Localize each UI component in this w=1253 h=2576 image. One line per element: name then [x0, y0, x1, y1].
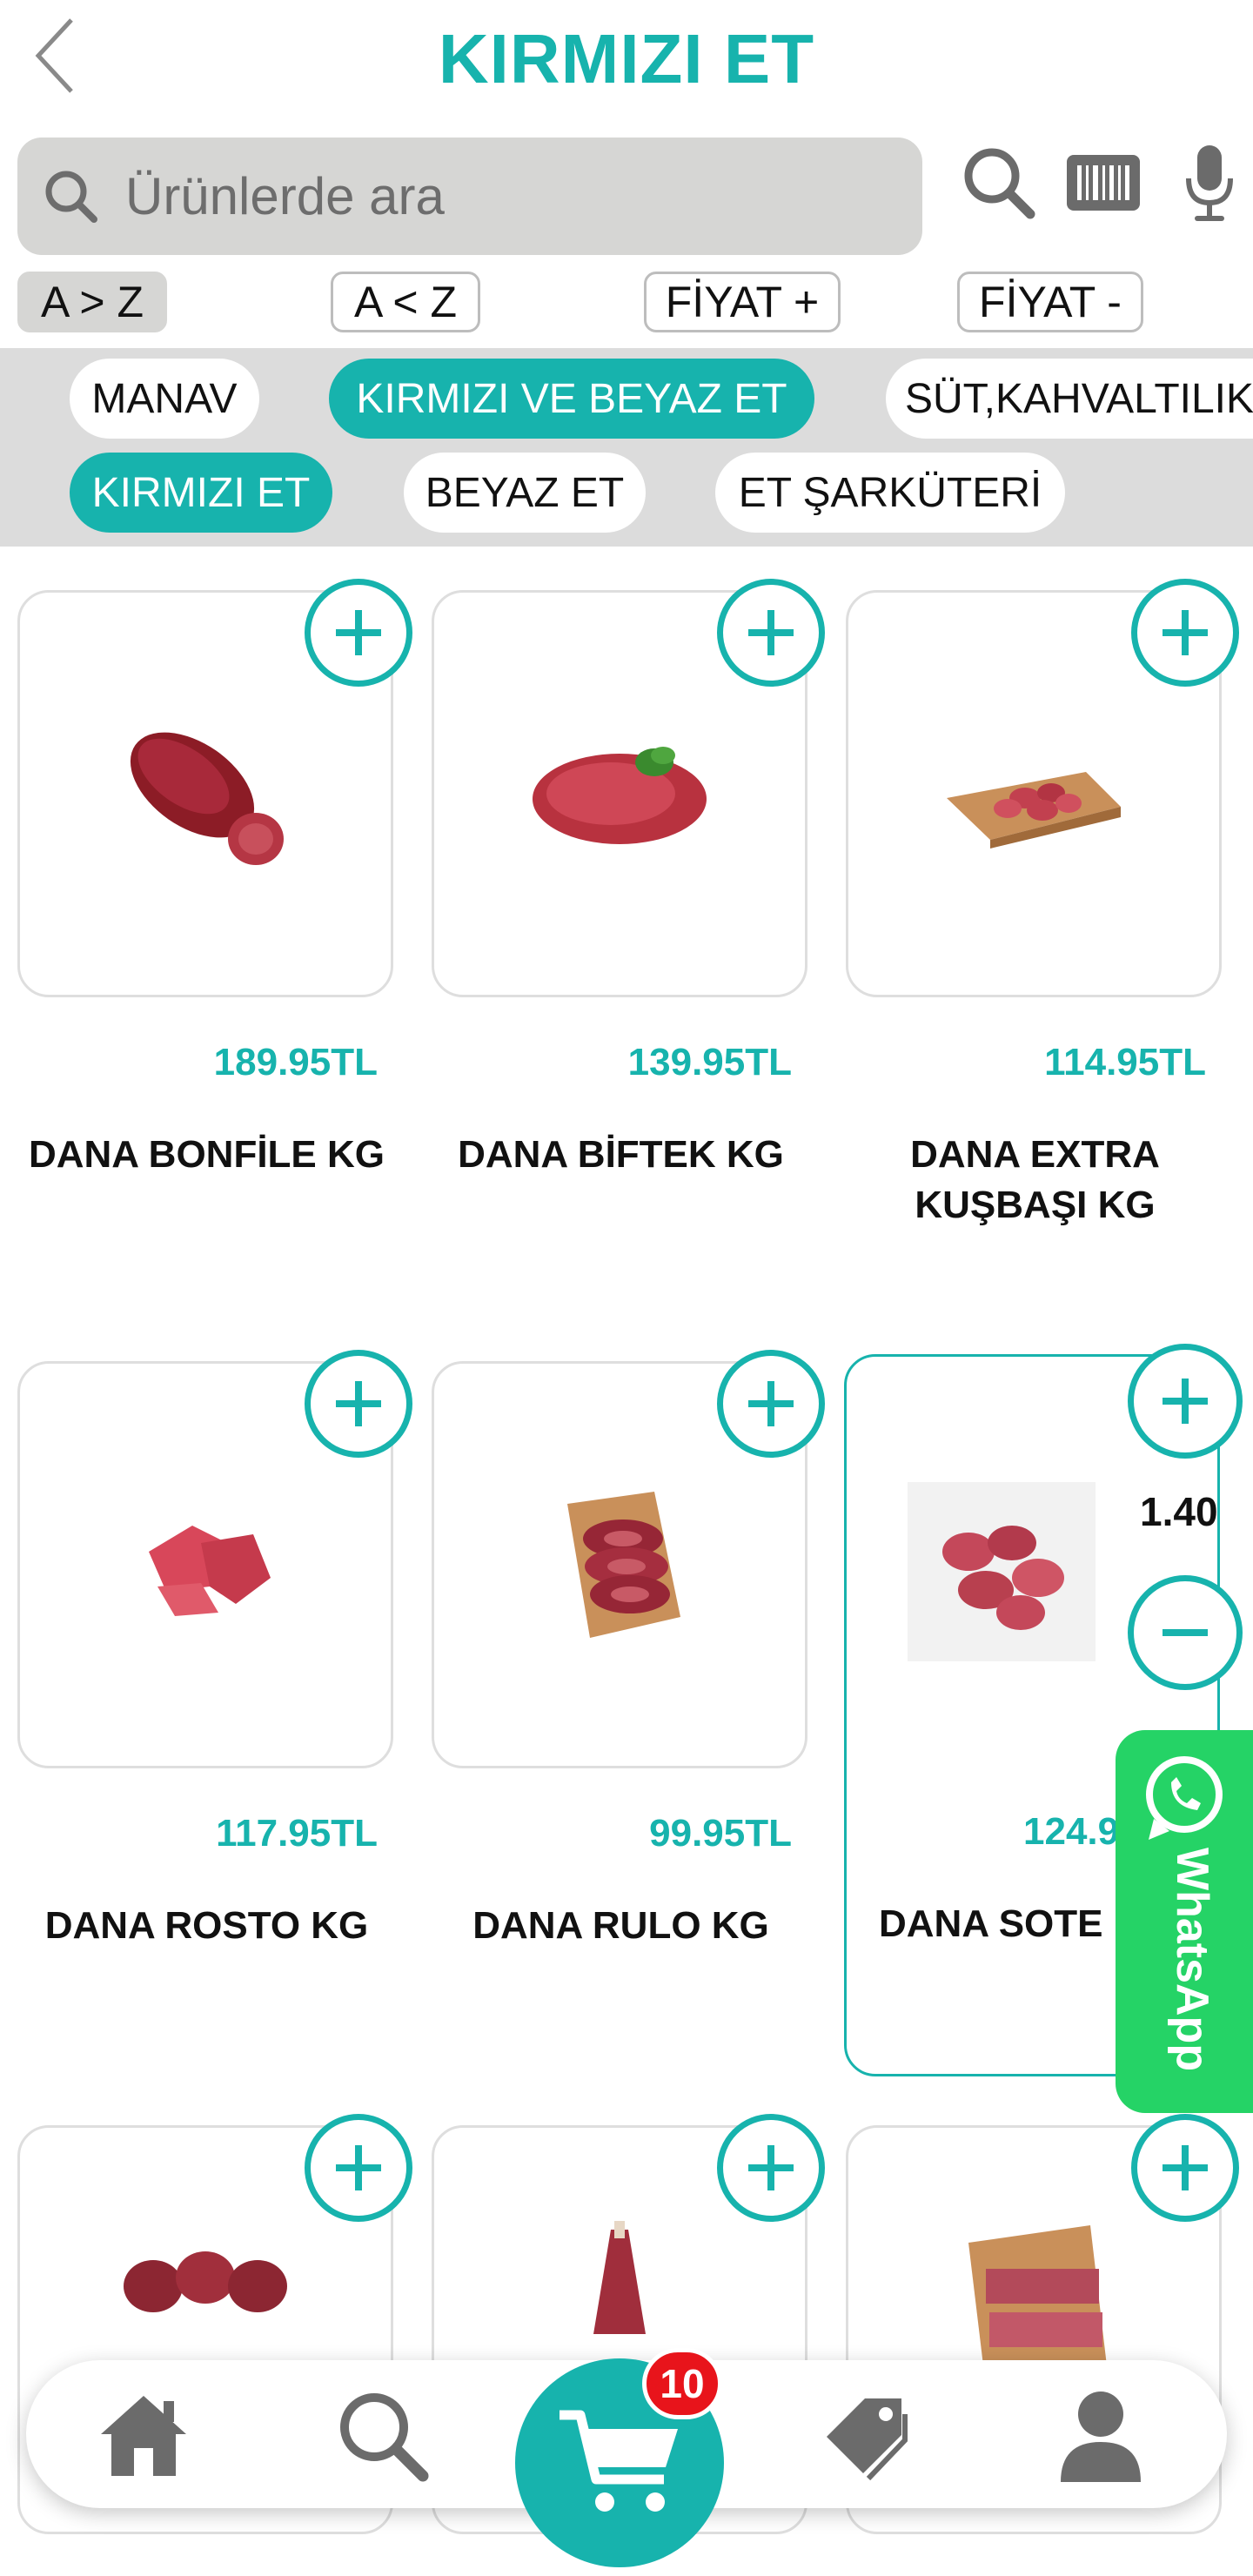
search-button[interactable]: [955, 139, 1042, 226]
whatsapp-label: WhatsApp: [1167, 1848, 1217, 2072]
search-input[interactable]: [125, 166, 891, 226]
page-title: KIRMIZI ET: [438, 20, 815, 97]
plus-icon: [748, 610, 794, 655]
product-image: [908, 1482, 1096, 1661]
barcode-button[interactable]: [1060, 139, 1147, 226]
subcategory-chip-beyaz-et[interactable]: BEYAZ ET: [404, 453, 646, 533]
plus-icon: [336, 2145, 381, 2190]
increase-quantity-button[interactable]: [1128, 1344, 1243, 1459]
subcategory-chip-kirmizi-et[interactable]: KIRMIZI ET: [70, 453, 332, 533]
product-name: DANA ROSTO KG: [44, 1904, 369, 1947]
plus-icon: [748, 2145, 794, 2190]
product-price: 139.95TL: [627, 1041, 792, 1083]
sort-az-button[interactable]: A > Z: [17, 272, 167, 332]
nav-search[interactable]: [326, 2379, 439, 2492]
sort-za-button[interactable]: A < Z: [331, 272, 480, 332]
add-to-cart-button[interactable]: [305, 579, 412, 687]
whatsapp-button[interactable]: WhatsApp: [1116, 1730, 1253, 2113]
product-image: [149, 1526, 271, 1616]
microphone-icon: [1186, 145, 1233, 221]
category-chip-manav[interactable]: MANAV: [70, 359, 259, 439]
search-icon: [964, 148, 1035, 219]
cart-icon: [559, 2410, 678, 2512]
nav-campaigns[interactable]: [809, 2379, 922, 2492]
product-price: 189.95TL: [213, 1041, 378, 1083]
search-bar[interactable]: [17, 138, 922, 255]
nav-home[interactable]: [87, 2379, 200, 2492]
sort-price-asc-button[interactable]: FİYAT +: [644, 272, 841, 332]
cart-count-badge: 10: [642, 2348, 722, 2419]
add-to-cart-button[interactable]: [717, 2114, 825, 2222]
sort-price-desc-button[interactable]: FİYAT -: [957, 272, 1143, 332]
add-to-cart-button[interactable]: [305, 2114, 412, 2222]
product-name: DANA SOTE: [879, 1902, 1103, 1945]
product-price: 99.95TL: [649, 1812, 792, 1855]
minus-icon: [1163, 1629, 1208, 1636]
plus-icon: [748, 1381, 794, 1426]
plus-icon: [336, 610, 381, 655]
add-to-cart-button[interactable]: [717, 579, 825, 687]
quantity-value: 1.40: [1140, 1489, 1218, 1534]
product-image: [533, 747, 707, 844]
whatsapp-icon: [1146, 1756, 1223, 1840]
product-name: DANA BONFİLE KG: [28, 1133, 385, 1176]
add-to-cart-button[interactable]: [305, 1350, 412, 1458]
product-name: DANA BİFTEK KG: [458, 1133, 784, 1176]
sort-bar: A > Z A < Z FİYAT + FİYAT -: [0, 272, 1253, 334]
plus-icon: [1163, 610, 1208, 655]
product-image: [947, 772, 1121, 849]
product-name: DANA RULO KG: [472, 1904, 769, 1947]
add-to-cart-button[interactable]: [1131, 579, 1239, 687]
category-chip-kirmizi-beyaz-et[interactable]: KIRMIZI VE BEYAZ ET: [329, 359, 814, 439]
home-icon: [101, 2396, 186, 2476]
product-image: [567, 1492, 680, 1638]
product-price: 117.95TL: [216, 1812, 378, 1855]
category-chip-sut-kahvaltilik[interactable]: SÜT,KAHVALTILIK: [886, 359, 1253, 439]
barcode-icon: [1067, 155, 1140, 211]
plus-icon: [336, 1381, 381, 1426]
plus-icon: [1163, 2145, 1208, 2190]
search-icon: [340, 2393, 429, 2482]
decrease-quantity-button[interactable]: [1128, 1575, 1243, 1690]
product-image: [130, 732, 284, 865]
header: KIRMIZI ET: [0, 0, 1253, 131]
plus-icon: [1163, 1379, 1208, 1424]
user-icon: [1061, 2392, 1141, 2482]
subcategory-chip-et-sarkuteri[interactable]: ET ŞARKÜTERİ: [715, 453, 1065, 533]
product-image: [124, 2251, 287, 2312]
product-name-line-2: KUŞBAŞI KG: [915, 1184, 1156, 1226]
add-to-cart-button[interactable]: [1131, 2114, 1239, 2222]
product-price: 114.95TL: [1044, 1041, 1206, 1083]
add-to-cart-button[interactable]: [717, 1350, 825, 1458]
product-name-line-1: DANA EXTRA: [910, 1133, 1160, 1176]
product-image: [593, 2221, 646, 2334]
nav-account[interactable]: [1044, 2379, 1157, 2492]
voice-search-button[interactable]: [1166, 139, 1253, 226]
search-icon: [45, 171, 97, 223]
category-bar: MANAV KIRMIZI VE BEYAZ ET SÜT,KAHVALTILI…: [0, 348, 1253, 547]
tag-icon: [827, 2398, 908, 2481]
